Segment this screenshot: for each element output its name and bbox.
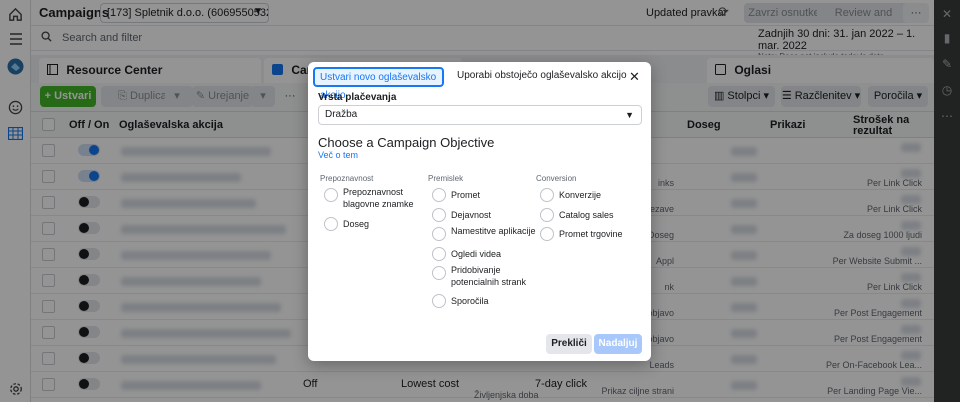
objective-option-label: Doseg [343,219,370,229]
chevron-down-icon: ▼ [625,110,634,120]
tab-use-existing-campaign[interactable]: Uporabi obstoječo oglaševalsko akcijo [452,67,632,87]
radio-button[interactable] [324,217,338,231]
objective-option-label: Ogledi videa [451,249,502,259]
buying-type-label: Vrsta plačevanja [318,92,397,103]
objective-option-label: Prepoznavnost blagovne znamke [343,187,414,209]
objective-heading: Choose a Campaign Objective [318,135,495,150]
radio-button[interactable] [540,188,554,202]
cancel-button[interactable]: Prekliči [546,334,592,354]
objective-option-label: Sporočila [451,296,489,306]
objective-category-title: Premislek [428,174,464,183]
objective-option-label: Promet [451,190,481,200]
radio-button[interactable] [432,294,446,308]
create-campaign-dialog: Ustvari novo oglaševalsko akcijo Uporabi… [308,62,651,361]
objective-option-label: Pridobivanje potencialnih strank [451,265,527,287]
continue-button[interactable]: Nadaljuj [594,334,642,354]
objective-option-label: Catalog sales [559,210,614,220]
radio-button[interactable] [432,208,446,222]
radio-button[interactable] [432,247,446,261]
buying-type-value: Dražba [325,109,358,120]
objective-option-label: Konverzije [559,190,602,200]
radio-button[interactable] [540,227,554,241]
buying-type-select[interactable]: Dražba ▼ [318,105,642,125]
objective-category-title: Conversion [536,174,577,183]
tab-create-new-campaign[interactable]: Ustvari novo oglaševalsko akcijo [313,67,444,101]
objective-option-label: Namestitve aplikacije [451,226,536,236]
radio-button[interactable] [432,227,446,241]
radio-button[interactable] [432,266,446,280]
close-icon[interactable]: ✕ [629,69,640,85]
learn-more-link[interactable]: Več o tem [318,150,358,160]
objective-option-label: Dejavnost [451,210,492,220]
objective-option-label: Promet trgovine [559,229,623,239]
objective-category-title: Prepoznavnost [320,174,374,183]
radio-button[interactable] [324,188,338,202]
radio-button[interactable] [432,188,446,202]
radio-button[interactable] [540,208,554,222]
